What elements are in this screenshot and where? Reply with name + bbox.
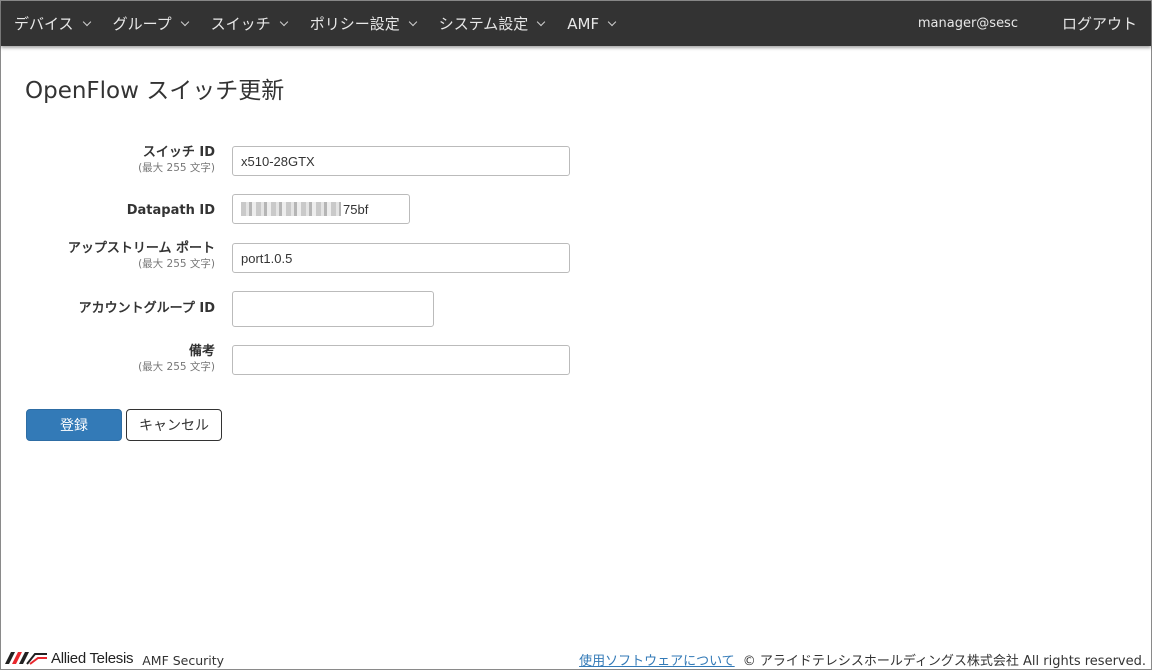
remarks-label-group: 備考 (最大 255 文字) xyxy=(0,343,215,375)
upstream-port-input[interactable]: port1.0.5 xyxy=(232,243,570,273)
account-group-label: アカウントグループ ID xyxy=(78,301,215,316)
datapath-id-input[interactable]: 75bf xyxy=(232,194,410,224)
chevron-down-icon xyxy=(607,17,617,26)
product-name: AMF Security xyxy=(142,652,225,668)
switch-id-hint: (最大 255 文字) xyxy=(138,162,215,174)
chevron-down-icon xyxy=(537,17,546,26)
switch-id-label-group: スイッチ ID (最大 255 文字) xyxy=(0,144,215,176)
upstream-port-value: port1.0.5 xyxy=(241,250,293,266)
switch-id-value: x510-28GTX xyxy=(241,153,315,169)
datapath-id-value: 75bf xyxy=(343,201,369,217)
chevron-down-icon xyxy=(408,17,417,26)
page-title: OpenFlow スイッチ更新 xyxy=(25,78,285,104)
software-info-link[interactable]: 使用ソフトウェアについて xyxy=(579,650,735,669)
upstream-port-label-group: アップストリーム ポート (最大 255 文字) xyxy=(0,240,215,272)
logout-link[interactable]: ログアウト xyxy=(1032,13,1151,34)
nav-amf-menu[interactable]: AMF xyxy=(554,1,625,46)
masked-value-blur xyxy=(241,202,341,216)
chevron-down-icon xyxy=(279,17,288,26)
footer: Allied Telesis AMF Security 使用ソフトウェアについて… xyxy=(1,646,1151,670)
nav-system-label: システム設定 xyxy=(438,15,529,33)
upstream-port-hint: (最大 255 文字) xyxy=(138,258,215,270)
nav-groups-menu[interactable]: グループ xyxy=(100,1,198,46)
remarks-hint: (最大 255 文字) xyxy=(138,361,215,373)
top-navbar: デバイス グループ スイッチ ポリシー設定 システム設定 AMF manager… xyxy=(1,1,1151,46)
nav-switches-menu[interactable]: スイッチ xyxy=(198,1,297,46)
nav-amf-label: AMF xyxy=(567,14,600,33)
datapath-id-label: Datapath ID xyxy=(126,203,215,218)
logo-text: Allied Telesis xyxy=(51,649,134,667)
nav-policy-menu[interactable]: ポリシー設定 xyxy=(297,1,426,46)
nav-devices-menu[interactable]: デバイス xyxy=(1,1,100,46)
datapath-id-label-group: Datapath ID xyxy=(0,202,215,219)
nav-right-area: manager@sesc ログアウト xyxy=(904,13,1151,34)
account-group-input[interactable] xyxy=(232,291,434,327)
upstream-port-label: アップストリーム ポート xyxy=(67,241,215,256)
submit-button[interactable]: 登録 xyxy=(26,409,122,441)
nav-system-menu[interactable]: システム設定 xyxy=(426,1,555,46)
logged-in-user: manager@sesc xyxy=(917,16,1018,31)
copyright-text: © アライドテレシスホールディングス株式会社 All rights reserv… xyxy=(742,653,1146,669)
switch-id-label: スイッチ ID xyxy=(142,145,215,160)
account-group-label-group: アカウントグループ ID xyxy=(0,300,215,317)
switch-id-input[interactable]: x510-28GTX xyxy=(232,146,570,176)
footer-right: 使用ソフトウェアについて © アライドテレシスホールディングス株式会社 All … xyxy=(579,650,1151,669)
allied-telesis-logo: Allied Telesis xyxy=(5,649,134,667)
chevron-down-icon xyxy=(82,17,91,26)
allied-telesis-logo-icon xyxy=(5,652,47,665)
remarks-label: 備考 xyxy=(188,344,215,359)
remarks-input[interactable] xyxy=(232,345,570,375)
nav-devices-label: デバイス xyxy=(14,15,74,33)
nav-switches-label: スイッチ xyxy=(210,15,271,33)
nav-groups-label: グループ xyxy=(112,15,172,33)
chevron-down-icon xyxy=(180,17,189,26)
nav-policy-label: ポリシー設定 xyxy=(309,15,400,33)
cancel-button[interactable]: キャンセル xyxy=(126,409,222,441)
